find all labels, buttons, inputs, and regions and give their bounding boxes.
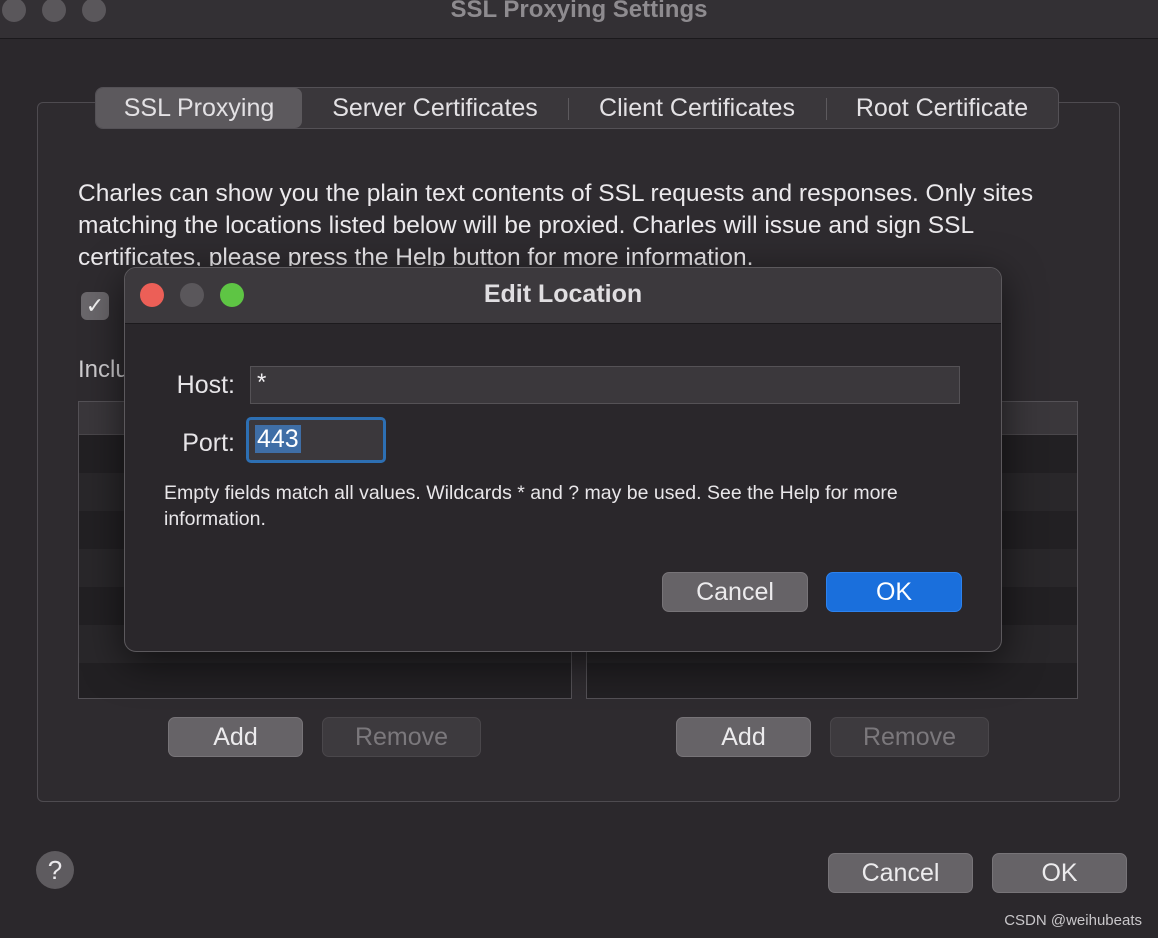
tab-client-certificates[interactable]: Client Certificates <box>568 88 826 128</box>
tab-root-certificate[interactable]: Root Certificate <box>826 88 1058 128</box>
hint-text: Empty fields match all values. Wildcards… <box>164 482 898 530</box>
tab-ssl-proxying[interactable]: SSL Proxying <box>96 88 302 128</box>
tab-server-certificates[interactable]: Server Certificates <box>302 88 568 128</box>
include-label: Inclu <box>78 356 129 383</box>
port-input[interactable]: 443 <box>246 417 386 463</box>
exclude-add-button[interactable]: Add <box>676 717 811 757</box>
window-titlebar: SSL Proxying Settings <box>0 0 1158 39</box>
help-button[interactable]: ? <box>36 851 74 889</box>
list-item <box>587 663 1077 698</box>
dialog-title: Edit Location <box>483 280 643 308</box>
edit-location-dialog: Edit Location Host: * Port: 443 Empty fi… <box>124 267 1002 652</box>
host-label: Host: <box>176 371 235 399</box>
checkmark-icon: ✓ <box>85 293 105 318</box>
tab-bar: SSL Proxying Server Certificates Client … <box>95 87 1059 129</box>
host-input[interactable]: * <box>250 366 960 404</box>
dialog-cancel-button[interactable]: Cancel <box>662 572 808 612</box>
dialog-titlebar: Edit Location <box>125 268 1001 324</box>
port-value: 443 <box>255 425 301 453</box>
enable-ssl-proxying-checkbox[interactable]: ✓ <box>81 292 109 320</box>
list-item <box>79 663 571 698</box>
window-title: SSL Proxying Settings <box>450 0 708 23</box>
include-add-button[interactable]: Add <box>168 717 303 757</box>
ok-button[interactable]: OK <box>992 853 1127 893</box>
include-remove-button[interactable]: Remove <box>322 717 481 757</box>
description-text: Charles can show you the plain text cont… <box>78 180 1034 266</box>
dialog-ok-button[interactable]: OK <box>826 572 962 612</box>
port-label: Port: <box>182 429 235 457</box>
exclude-remove-button[interactable]: Remove <box>830 717 989 757</box>
cancel-button[interactable]: Cancel <box>828 853 973 893</box>
watermark: CSDN @weihubeats <box>1004 912 1142 929</box>
